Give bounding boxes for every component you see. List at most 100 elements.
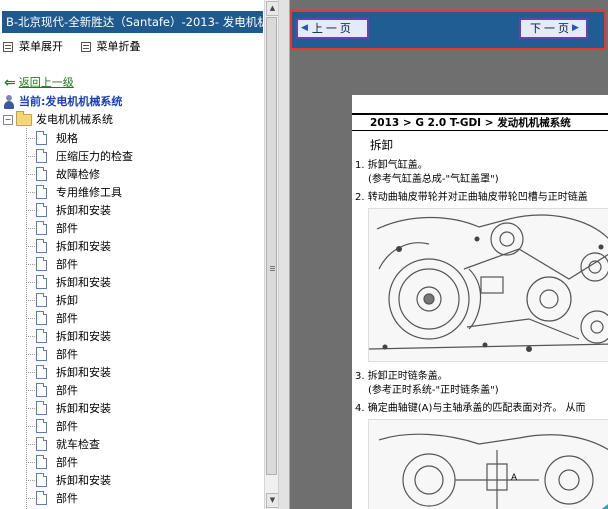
tree-item[interactable]: 部件 <box>26 219 133 237</box>
arrow-left-icon: ◀ <box>301 23 308 33</box>
tree-connector <box>26 281 36 283</box>
tree-item[interactable]: 部件 <box>26 417 133 435</box>
tree-connector <box>26 353 36 355</box>
tree-connector <box>26 317 36 319</box>
tree-item[interactable]: 拆卸和安装 <box>26 363 133 381</box>
tree-item[interactable]: 拆卸和安装 <box>26 327 133 345</box>
document-icon <box>36 329 47 343</box>
grip-icon <box>270 266 275 272</box>
document-icon <box>36 185 47 199</box>
tree-item[interactable]: 专用维修工具 <box>26 183 133 201</box>
document-icon <box>36 383 47 397</box>
tree-item-label: 部件 <box>56 384 78 397</box>
figure-callout-label: A <box>511 472 517 482</box>
tree-item-label: 专用维修工具 <box>56 186 122 199</box>
tree-item[interactable]: 部件 <box>26 345 133 363</box>
current-section: 当前:发电机机械系统 <box>3 94 122 110</box>
tree-item[interactable]: 拆卸和安装 <box>26 237 133 255</box>
menu-toolbar: 菜单展开 菜单折叠 <box>3 39 155 55</box>
document-viewer: ◀ 上一页 下一页 ▶ 2013 > G 2.0 T-GDI > 发动机机械系统… <box>290 0 608 509</box>
document-icon <box>36 455 47 469</box>
back-up-link[interactable]: 返回上一级 <box>19 76 74 90</box>
document-icon <box>36 491 47 505</box>
collapse-menu-button[interactable]: 菜单折叠 <box>80 39 141 55</box>
tree-item[interactable]: 拆卸和安装 <box>26 201 133 219</box>
tree-connector <box>26 389 36 391</box>
engine-timing-illustration <box>369 214 608 352</box>
expand-menu-label: 菜单展开 <box>19 40 63 53</box>
tree-item-label: 拆卸和安装 <box>56 366 111 379</box>
tree-root-node[interactable]: − 发电机机械系统 <box>3 111 113 128</box>
section-heading: 拆卸 <box>370 138 393 152</box>
tree-connector <box>26 371 36 373</box>
tree-item-list: 规格 压缩压力的检查 故障检修 专用维修工具 拆卸和安装 部件 拆卸和安装 部件 拆卸和安装 拆卸… <box>26 129 133 507</box>
tree-item[interactable]: 拆卸和安装 <box>26 471 133 489</box>
tree-connector <box>26 443 36 445</box>
tree-item[interactable]: 部件 <box>26 489 133 507</box>
tree-item[interactable]: 就车检查 <box>26 435 133 453</box>
tree-item[interactable]: 拆卸 <box>26 291 133 309</box>
document-icon <box>36 419 47 433</box>
crankshaft-diagram: A <box>368 419 608 509</box>
tree-connector <box>26 191 36 193</box>
left-pane-scrollbar[interactable]: ▲ ▼ <box>264 0 279 509</box>
document-icon <box>36 221 47 235</box>
tree-item[interactable]: 规格 <box>26 129 133 147</box>
tree-item[interactable]: 部件 <box>26 255 133 273</box>
tree-item-label: 拆卸和安装 <box>56 204 111 217</box>
tree-connector <box>26 209 36 211</box>
document-icon <box>36 203 47 217</box>
list-icon <box>3 42 13 52</box>
tree-item-label: 部件 <box>56 456 78 469</box>
tree-connector <box>26 335 36 337</box>
tree-item[interactable]: 压缩压力的检查 <box>26 147 133 165</box>
tree-connector <box>26 263 36 265</box>
document-icon <box>36 239 47 253</box>
collapse-menu-label: 菜单折叠 <box>96 40 141 53</box>
tree-item-label: 拆卸和安装 <box>56 474 111 487</box>
tree-item-label: 部件 <box>56 348 78 361</box>
tree-item[interactable]: 部件 <box>26 381 133 399</box>
tree-connector <box>26 137 36 139</box>
tree-item-label: 拆卸和安装 <box>56 402 111 415</box>
tree-item[interactable]: 拆卸和安装 <box>26 399 133 417</box>
step-text: 2. 转动曲轴皮带轮并对正曲轴皮带轮凹槽与正时链盖 <box>355 192 588 203</box>
collapse-node-icon[interactable]: − <box>3 115 13 125</box>
step-text: (参考气缸盖总成-"气缸盖罩") <box>368 174 499 185</box>
tree-item-label: 部件 <box>56 258 78 271</box>
tree-item[interactable]: 部件 <box>26 309 133 327</box>
tree-item[interactable]: 拆卸和安装 <box>26 273 133 291</box>
document-icon <box>36 131 47 145</box>
tree-item[interactable]: 部件 <box>26 453 133 471</box>
tree-item-label: 部件 <box>56 312 78 325</box>
step-text: (参考正时系统-"正时链条盖") <box>368 385 499 396</box>
back-up-link-row[interactable]: ⇐ 返回上一级 <box>4 76 74 90</box>
tree-item-label: 故障检修 <box>56 168 100 181</box>
expand-menu-button[interactable]: 菜单展开 <box>3 39 63 55</box>
pane-splitter[interactable] <box>278 0 290 509</box>
list-icon <box>80 42 91 52</box>
page-navigation-bar: ◀ 上一页 下一页 ▶ <box>290 10 606 50</box>
manual-title-bar: B-北京现代-全新胜达（Santafe）-2013- 发电机机 <box>2 11 263 33</box>
tree-connector <box>26 425 36 427</box>
tree-item-label: 规格 <box>56 132 78 145</box>
document-icon <box>36 149 47 163</box>
tree-connector <box>26 173 36 175</box>
step-text: 1. 拆卸气缸盖。 <box>355 160 428 171</box>
tree-item-label: 拆卸和安装 <box>56 330 111 343</box>
next-page-button[interactable]: 下一页 ▶ <box>519 18 588 39</box>
tree-item-label: 部件 <box>56 420 78 433</box>
tree-connector <box>26 461 36 463</box>
tree-root-label: 发电机机械系统 <box>36 113 113 126</box>
tree-item-label: 拆卸和安装 <box>56 276 111 289</box>
folder-icon <box>16 111 32 126</box>
tree-item[interactable]: 故障检修 <box>26 165 133 183</box>
tree-connector <box>26 245 36 247</box>
document-icon <box>36 473 47 487</box>
tree-connector <box>26 407 36 409</box>
prev-page-button[interactable]: ◀ 上一页 <box>296 18 369 39</box>
next-page-label: 下一页 <box>530 22 572 35</box>
scrollbar-thumb[interactable] <box>266 17 277 475</box>
current-section-label: 当前:发电机机械系统 <box>19 95 123 108</box>
tree-connector <box>26 155 36 157</box>
